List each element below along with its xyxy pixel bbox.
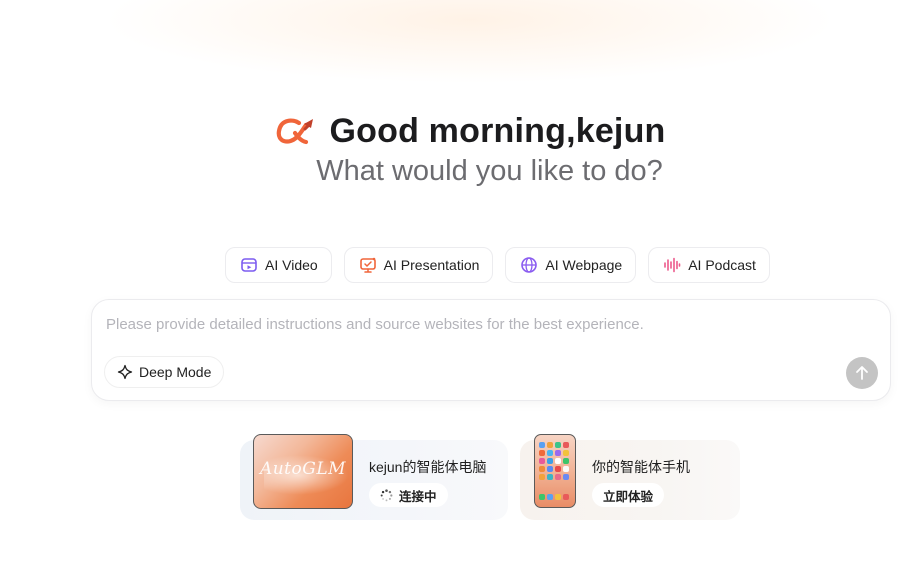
chip-label: AI Presentation xyxy=(383,257,480,273)
loading-spinner-icon xyxy=(380,488,393,502)
hero: Good morning,kejun What would you like t… xyxy=(0,112,919,188)
chip-label: AI Webpage xyxy=(545,257,623,273)
prompt-input[interactable] xyxy=(106,316,866,342)
agent-phone-thumbnail xyxy=(534,434,576,508)
deep-mode-icon xyxy=(117,364,133,380)
video-icon xyxy=(240,256,258,274)
agent-phone-title: 你的智能体手机 xyxy=(592,459,690,475)
greeting-title: Good morning,kejun xyxy=(329,112,666,150)
phone-app-grid xyxy=(539,442,571,480)
deep-mode-label: Deep Mode xyxy=(139,364,212,380)
chip-label: AI Podcast xyxy=(688,257,756,273)
greeting-subtitle: What would you like to do? xyxy=(316,155,663,187)
chip-ai-podcast[interactable]: AI Podcast xyxy=(648,247,770,283)
brand-logo-icon xyxy=(275,115,317,149)
chip-ai-video[interactable]: AI Video xyxy=(225,247,332,283)
globe-icon xyxy=(520,256,538,274)
try-now-button[interactable]: 立即体验 xyxy=(592,483,665,507)
agent-phone-card[interactable]: 你的智能体手机 立即体验 xyxy=(520,434,740,520)
presentation-icon xyxy=(359,256,377,274)
agent-computer-title: kejun的智能体电脑 xyxy=(369,459,487,475)
send-button[interactable] xyxy=(846,357,878,389)
thumbnail-brand-text: AutoGLM xyxy=(259,459,347,479)
agent-computer-thumbnail: AutoGLM xyxy=(253,434,353,509)
chip-label: AI Video xyxy=(265,257,318,273)
home-page: Good morning,kejun What would you like t… xyxy=(0,0,919,562)
connection-status-label: 连接中 xyxy=(399,489,437,504)
agent-computer-card[interactable]: AutoGLM kejun的智能体电脑 连接中 xyxy=(240,434,508,520)
audio-wave-icon xyxy=(663,256,681,274)
chip-ai-webpage[interactable]: AI Webpage xyxy=(505,247,637,283)
connection-status-badge: 连接中 xyxy=(369,483,448,507)
arrow-up-icon xyxy=(855,365,869,381)
greeting-row: Good morning,kejun xyxy=(22,112,919,151)
quick-actions: AI Video AI Presentation AI Webpage AI P… xyxy=(225,247,770,283)
deep-mode-toggle[interactable]: Deep Mode xyxy=(104,356,225,388)
phone-dock xyxy=(539,494,569,500)
chip-ai-presentation[interactable]: AI Presentation xyxy=(343,247,494,283)
prompt-composer: Deep Mode xyxy=(91,299,891,401)
